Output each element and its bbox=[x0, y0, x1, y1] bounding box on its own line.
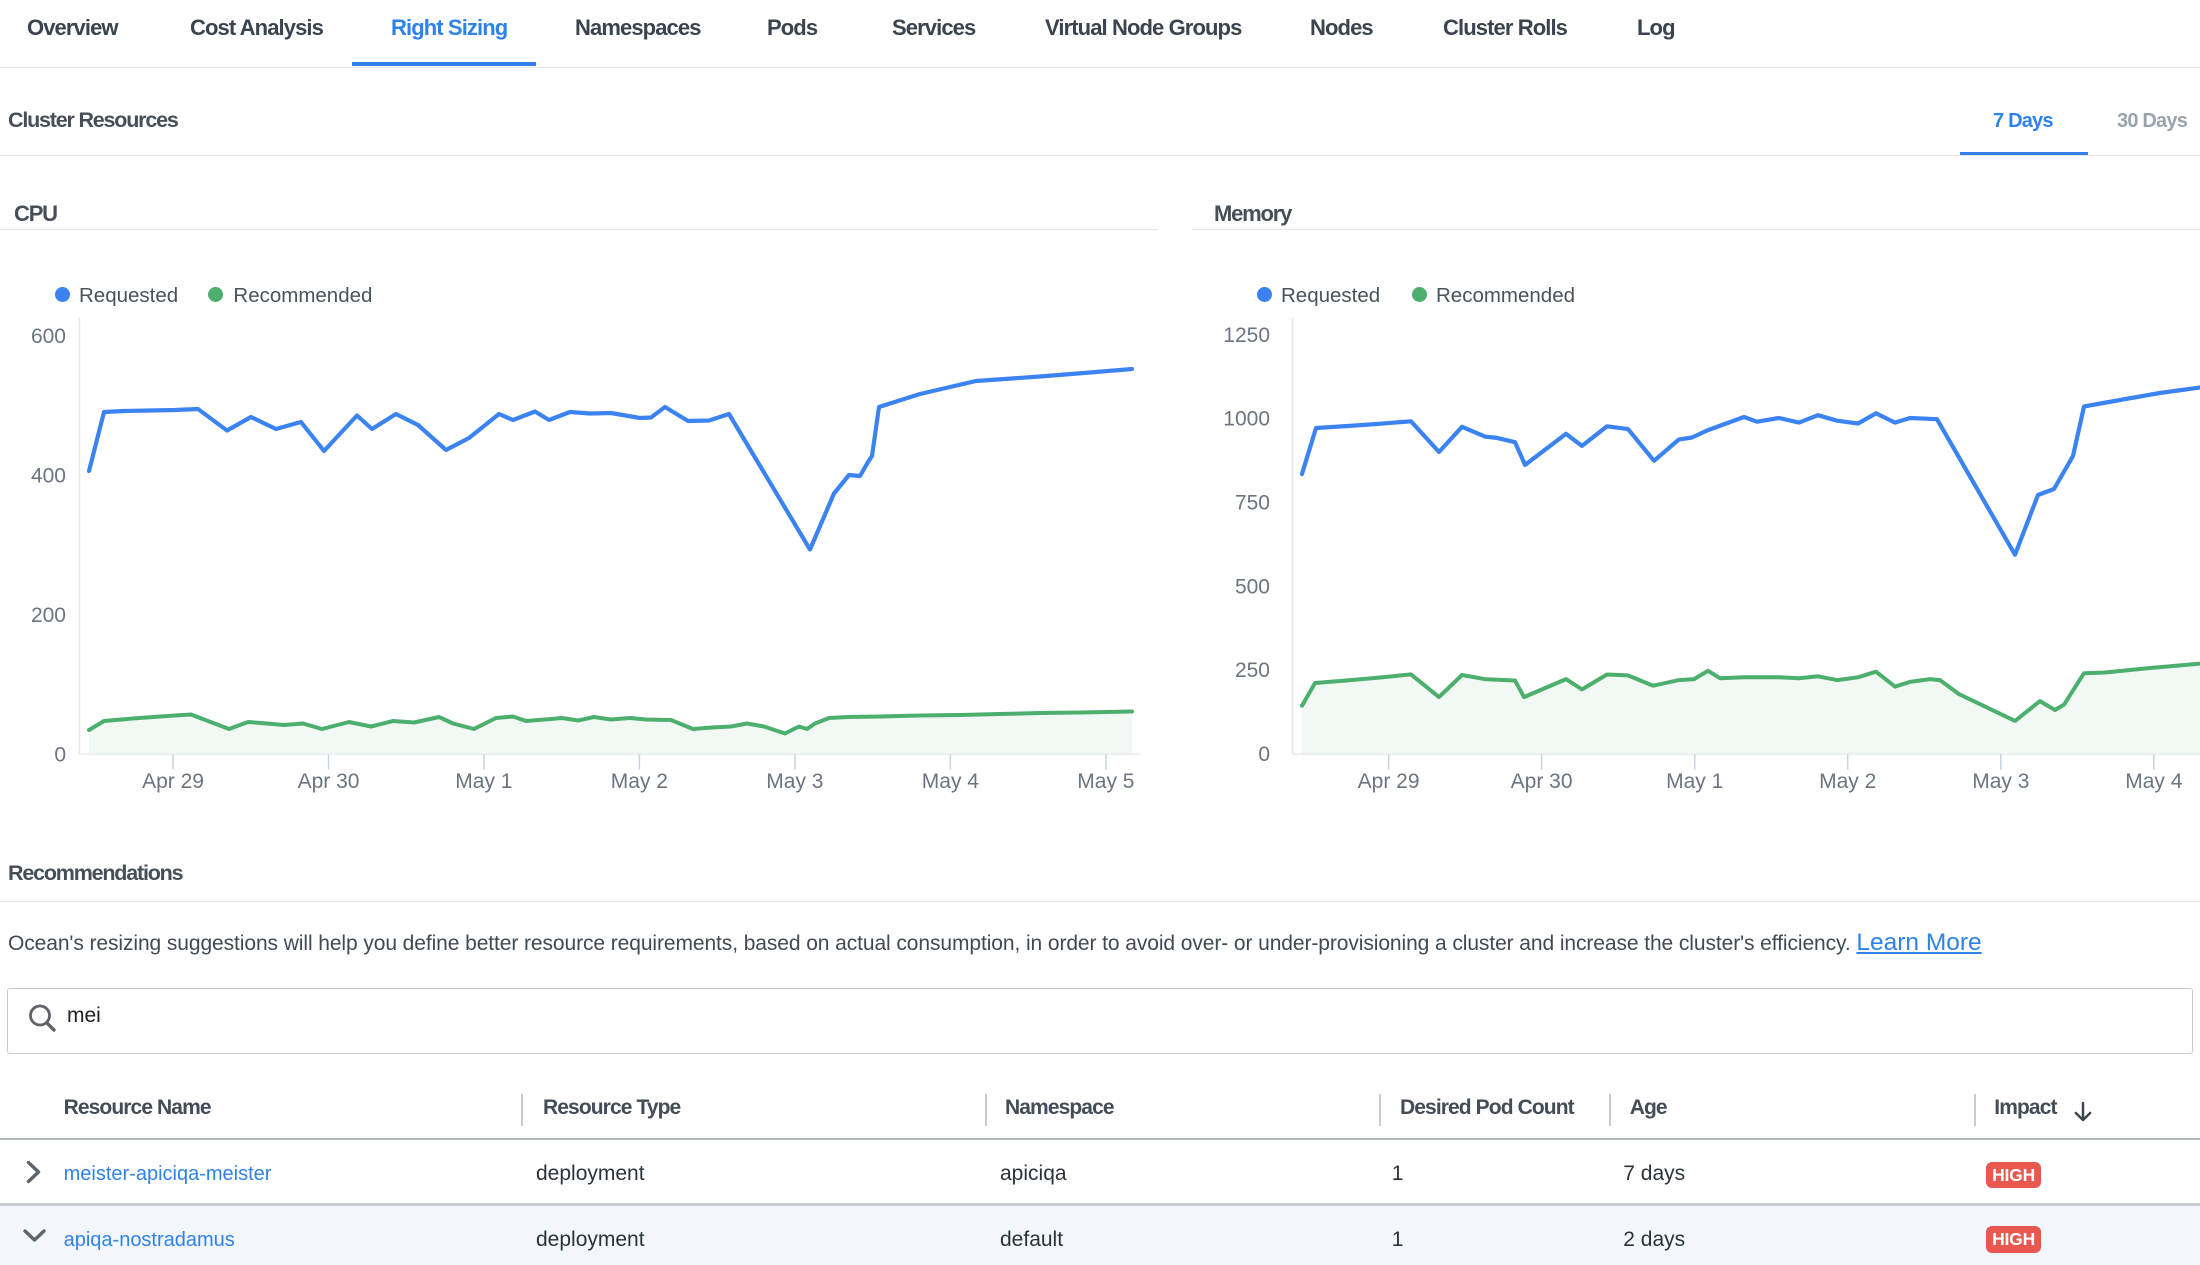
svg-text:May 5: May 5 bbox=[1077, 770, 1134, 793]
svg-text:May 1: May 1 bbox=[455, 770, 512, 793]
svg-text:Apr 29: Apr 29 bbox=[1358, 770, 1420, 793]
svg-text:200: 200 bbox=[31, 604, 66, 627]
svg-text:May 2: May 2 bbox=[611, 770, 668, 793]
svg-text:1000: 1000 bbox=[1223, 408, 1270, 431]
svg-text:May 2: May 2 bbox=[1819, 770, 1876, 793]
svg-text:750: 750 bbox=[1235, 492, 1270, 515]
svg-text:May 1: May 1 bbox=[1666, 770, 1723, 793]
svg-text:Apr 30: Apr 30 bbox=[298, 770, 360, 793]
svg-text:250: 250 bbox=[1235, 659, 1270, 682]
svg-text:May 3: May 3 bbox=[1972, 770, 2029, 793]
svg-text:Apr 30: Apr 30 bbox=[1511, 770, 1573, 793]
svg-text:400: 400 bbox=[31, 464, 66, 487]
svg-text:May 4: May 4 bbox=[922, 770, 980, 793]
svg-text:1250: 1250 bbox=[1223, 324, 1270, 347]
svg-text:600: 600 bbox=[31, 325, 66, 348]
svg-text:500: 500 bbox=[1235, 575, 1270, 598]
svg-text:May 4: May 4 bbox=[2125, 770, 2183, 793]
svg-text:May 3: May 3 bbox=[766, 770, 823, 793]
svg-text:Apr 29: Apr 29 bbox=[142, 770, 204, 793]
svg-text:0: 0 bbox=[54, 743, 66, 766]
svg-text:0: 0 bbox=[1258, 743, 1270, 766]
